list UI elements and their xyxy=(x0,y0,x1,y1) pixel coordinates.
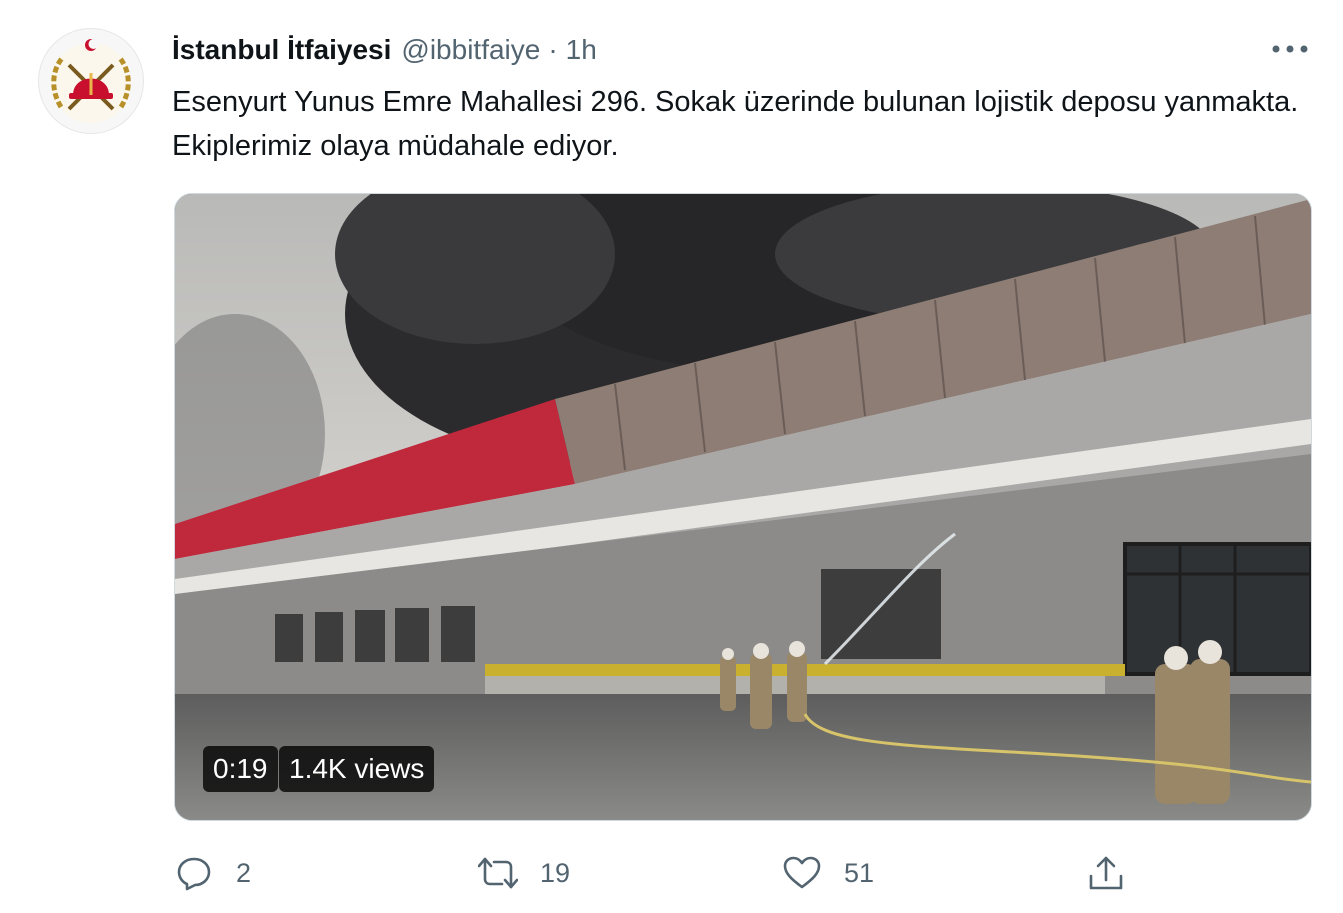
tweet-action-bar: 2 19 51 xyxy=(0,846,1343,900)
video-thumbnail xyxy=(175,194,1311,820)
share-icon xyxy=(1086,853,1126,893)
tweet-header: İstanbul İtfaiyesi @ibbitfaiye · 1h xyxy=(172,30,597,70)
author-handle[interactable]: @ibbitfaiye xyxy=(401,30,540,70)
like-button[interactable]: 51 xyxy=(782,846,874,900)
retweet-icon xyxy=(478,853,518,893)
video-player[interactable]: 0:19 1.4K views xyxy=(174,193,1312,821)
fire-department-emblem-icon xyxy=(51,39,131,123)
video-views-badge: 1.4K views xyxy=(279,746,435,792)
reply-button[interactable]: 2 xyxy=(174,846,251,900)
more-options-button[interactable] xyxy=(1270,32,1310,66)
separator-dot: · xyxy=(548,34,558,65)
reply-icon xyxy=(174,853,214,893)
reply-count: 2 xyxy=(236,857,252,888)
more-horizontal-icon xyxy=(1272,45,1308,53)
avatar[interactable] xyxy=(38,28,144,134)
retweet-button[interactable]: 19 xyxy=(478,846,570,900)
heart-icon xyxy=(782,853,822,893)
share-button[interactable] xyxy=(1086,846,1126,900)
tweet-text: Esenyurt Yunus Emre Mahallesi 296. Sokak… xyxy=(172,86,1299,162)
tweet-timestamp[interactable]: 1h xyxy=(566,30,597,70)
retweet-count: 19 xyxy=(540,857,571,888)
like-count: 51 xyxy=(844,857,875,888)
video-duration-badge: 0:19 xyxy=(203,746,278,792)
author-name[interactable]: İstanbul İtfaiyesi xyxy=(172,30,391,70)
